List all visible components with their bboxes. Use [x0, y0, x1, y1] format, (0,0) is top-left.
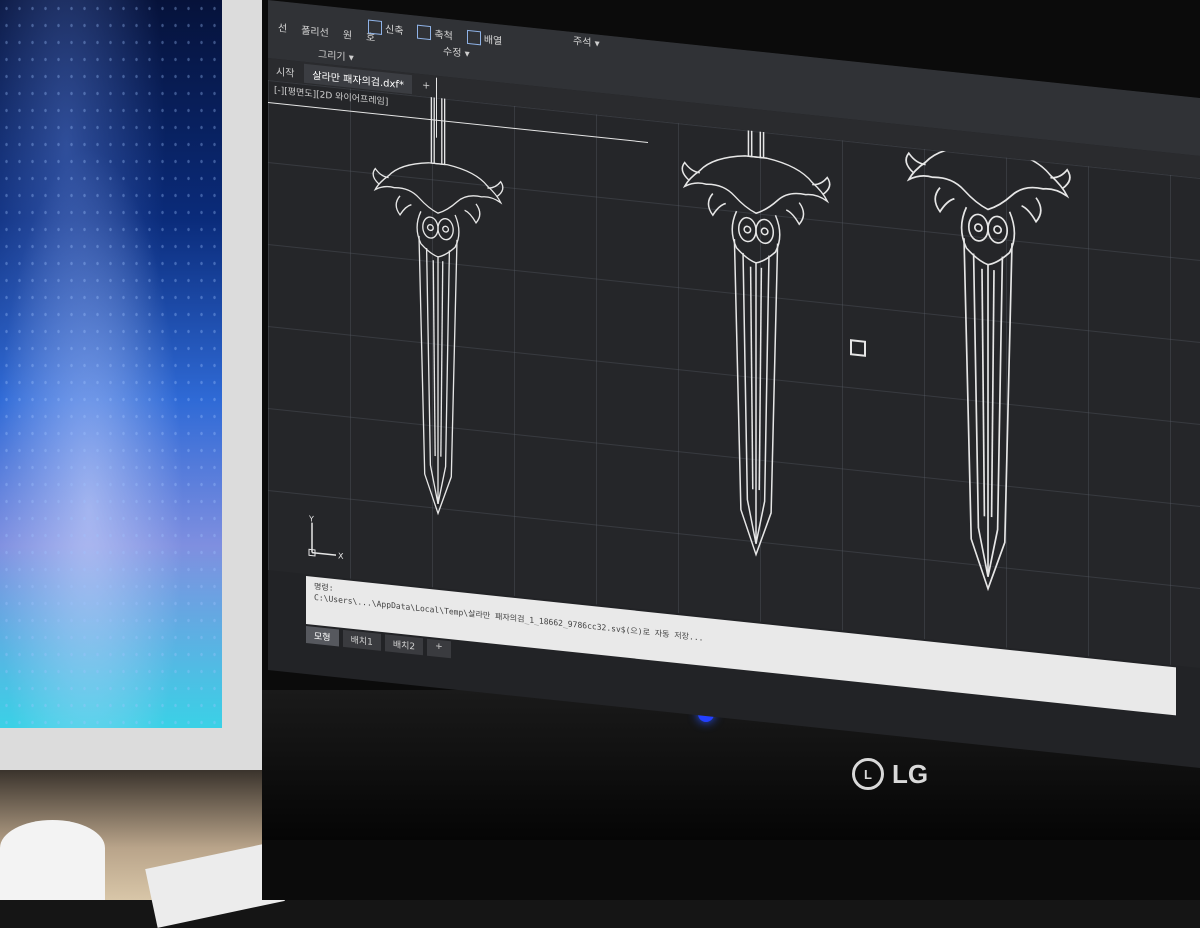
circle-tool-label: 원: [342, 29, 353, 42]
modify-panel-label[interactable]: 수정 ▾: [443, 42, 470, 60]
drawing-canvas[interactable]: Y X: [268, 77, 1200, 668]
sword-drawing-center[interactable]: [681, 80, 831, 563]
ucs-x-label: X: [338, 551, 344, 561]
tab-model[interactable]: 모형: [306, 625, 339, 647]
lg-logo-icon: L: [852, 758, 884, 790]
scale-icon: [417, 24, 432, 40]
sword-drawing-left[interactable]: [372, 80, 504, 521]
circle-tool[interactable]: 원: [343, 26, 352, 42]
secondary-monitor: [0, 0, 268, 770]
line-tool-label: 선: [278, 23, 288, 36]
sword-drawings: [372, 80, 1071, 599]
annotation-label: 주석: [573, 36, 592, 49]
pickbox-cursor: [850, 339, 866, 357]
cup: [0, 820, 105, 900]
polyline-tool[interactable]: 폴리선: [301, 21, 329, 39]
array-icon: [466, 29, 481, 45]
cad-application-window: 선 폴리선 원 호 신축 축척 배열 주석 ▾ 그리기 ▾ 수정 ▾ 시작 살라…: [268, 0, 1200, 768]
secondary-screen-wallpaper: [0, 0, 222, 728]
scale-tool[interactable]: 축척: [417, 24, 453, 43]
line-tool[interactable]: 선: [278, 19, 287, 35]
polyline-tool-label: 폴리선: [301, 25, 329, 40]
monitor-brand: L LG: [852, 758, 928, 790]
stretch-icon: [368, 19, 382, 35]
ucs-y-label: Y: [308, 514, 314, 524]
crosshair-vertical: [436, 77, 437, 138]
tab-layout2[interactable]: 배치2: [384, 634, 424, 656]
stretch-label: 신축: [385, 24, 404, 38]
tab-layout1[interactable]: 배치1: [342, 629, 381, 651]
ribbon-modify-tools: 신축 축척 배열: [368, 19, 502, 48]
draw-panel-label[interactable]: 그리기 ▾: [318, 45, 354, 64]
annotation-panel-button[interactable]: 주석 ▾: [573, 32, 600, 50]
brand-text: LG: [892, 758, 929, 789]
tab-start[interactable]: 시작: [268, 60, 302, 83]
ribbon-draw-tools: 선 폴리선 원 호: [278, 19, 375, 44]
array-label: 배열: [483, 34, 503, 48]
ucs-icon: Y X: [308, 514, 344, 561]
scale-label: 축척: [434, 29, 453, 43]
add-layout-button[interactable]: +: [427, 638, 451, 659]
draw-group-label: 그리기: [318, 49, 346, 64]
array-tool[interactable]: 배열: [466, 29, 503, 48]
modify-group-label: 수정: [443, 46, 462, 60]
new-tab-button[interactable]: +: [414, 77, 438, 95]
